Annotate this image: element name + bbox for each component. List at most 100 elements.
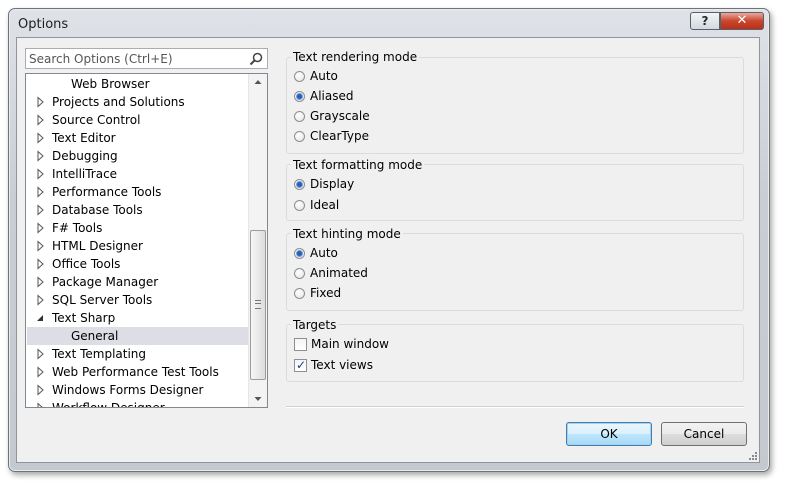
tree-item-database-tools[interactable]: Database Tools [27,201,248,219]
formatting-mode-group [286,164,744,221]
checkbox-label: Main window [311,337,389,351]
button-separator [286,406,744,408]
radio-label: ClearType [310,129,369,143]
tree-item-label: F# Tools [52,221,103,235]
radio-indicator[interactable] [294,268,305,279]
tree-item-label: HTML Designer [52,239,143,253]
tree-item-label: Text Sharp [52,311,116,325]
tree-item-package-manager[interactable]: Package Manager [27,273,248,291]
radio-label: Aliased [310,89,354,103]
radio-label: Auto [310,69,338,83]
tree-item-label: Database Tools [52,203,143,217]
collapsed-arrow-icon[interactable] [36,348,46,360]
tree-scrollbar[interactable] [248,74,267,407]
tree-item-performance-tools[interactable]: Performance Tools [27,183,248,201]
tree-item-label: Package Manager [52,275,159,289]
collapsed-arrow-icon[interactable] [36,96,46,108]
scroll-thumb[interactable] [250,230,266,380]
cancel-button[interactable]: Cancel [661,422,747,446]
tree-item-text-editor[interactable]: Text Editor [27,129,248,147]
scroll-down-arrow-icon[interactable] [249,390,267,407]
collapsed-arrow-icon[interactable] [36,132,46,144]
options-tree[interactable]: Web Browser Projects and Solutions Source … [25,73,268,408]
tree-item-intellitrace[interactable]: IntelliTrace [27,165,248,183]
scroll-up-arrow-icon[interactable] [249,74,267,91]
collapsed-arrow-icon[interactable] [36,186,46,198]
search-box[interactable] [25,48,268,69]
collapsed-arrow-icon[interactable] [36,276,46,288]
targets-group [286,324,744,382]
tree-item-text-templating[interactable]: Text Templating [27,345,248,363]
help-button[interactable]: ? [690,12,720,30]
targets-title: Targets [291,318,339,332]
radio-indicator[interactable] [294,71,305,82]
collapsed-arrow-icon[interactable] [36,204,46,216]
collapsed-arrow-icon[interactable] [36,384,46,396]
radio-indicator[interactable] [294,111,305,122]
tree-item-label: SQL Server Tools [52,293,153,307]
tree-item-label: Source Control [52,113,141,127]
resize-grip-icon[interactable] [746,449,758,461]
tree-item-label: Web Browser [71,77,150,91]
tree-item-label: Text Templating [52,347,147,361]
tree-item-html-designer[interactable]: HTML Designer [27,237,248,255]
collapsed-arrow-icon[interactable] [36,240,46,252]
check-icon: ✓ [296,358,307,372]
collapsed-arrow-icon[interactable] [36,114,46,126]
tree-item-label: Performance Tools [52,185,162,199]
search-icon[interactable] [249,52,263,66]
radio-label: Auto [310,246,338,260]
tree-item-label: Windows Forms Designer [52,383,204,397]
tree-item-sql-server-tools[interactable]: SQL Server Tools [27,291,248,309]
radio-label: Animated [310,266,368,280]
tree-item-general[interactable]: General [27,327,248,345]
collapsed-arrow-icon[interactable] [36,150,46,162]
tree-item-projects-and-solutions[interactable]: Projects and Solutions [27,93,248,111]
tree-item-workflow-designer[interactable]: Workflow Designer [27,399,248,408]
close-icon: ✕ [736,13,748,28]
tree-item-label: Debugging [52,149,118,163]
radio-indicator[interactable] [294,200,305,211]
radio-indicator[interactable] [294,131,305,142]
checkbox-indicator[interactable] [294,338,307,351]
tree-item-label: Office Tools [52,257,121,271]
tree-item-web-performance-test-tools[interactable]: Web Performance Test Tools [27,363,248,381]
tree-item-office-tools[interactable]: Office Tools [27,255,248,273]
checkbox-indicator[interactable]: ✓ [294,359,307,372]
tree-item-web-browser[interactable]: Web Browser [27,75,248,93]
search-input[interactable] [29,51,244,66]
collapsed-arrow-icon[interactable] [36,258,46,270]
formatting-mode-title: Text formatting mode [291,158,425,172]
hinting-mode-title: Text hinting mode [291,227,403,241]
collapsed-arrow-icon[interactable] [36,294,46,306]
tree-item-debugging[interactable]: Debugging [27,147,248,165]
window-title: Options [18,17,69,32]
collapsed-arrow-icon[interactable] [36,168,46,180]
rendering-mode-title: Text rendering mode [291,50,420,64]
collapsed-arrow-icon[interactable] [36,366,46,378]
tree-item-label: IntelliTrace [52,167,118,181]
help-icon: ? [701,14,709,28]
radio-indicator[interactable] [294,248,305,259]
tree-item-label: Workflow Designer [52,401,165,408]
radio-indicator[interactable] [294,288,305,299]
radio-label: Grayscale [310,109,370,123]
tree-item-windows-forms-designer[interactable]: Windows Forms Designer [27,381,248,399]
grip-icon [255,300,261,309]
radio-label: Fixed [310,286,342,300]
radio-label: Display [310,177,355,191]
tree-item-f-tools[interactable]: F# Tools [27,219,248,237]
radio-indicator[interactable] [294,91,305,102]
tree-item-source-control[interactable]: Source Control [27,111,248,129]
ok-button[interactable]: OK [566,422,652,446]
expanded-arrow-icon[interactable] [36,312,46,324]
tree-item-text-sharp[interactable]: Text Sharp [27,309,248,327]
checkbox-label: Text views [311,358,373,372]
tree-item-label: Projects and Solutions [52,95,185,109]
collapsed-arrow-icon[interactable] [36,402,46,408]
collapsed-arrow-icon[interactable] [36,222,46,234]
tree-item-label: General [71,329,119,343]
radio-indicator[interactable] [294,179,305,190]
close-button[interactable]: ✕ [720,12,764,30]
tree-item-label: Text Editor [52,131,116,145]
